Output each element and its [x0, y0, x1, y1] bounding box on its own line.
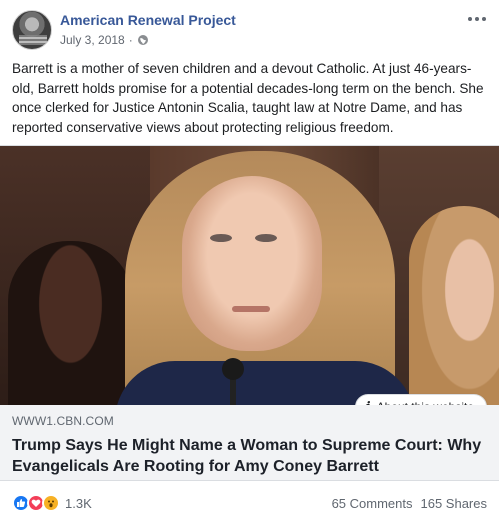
background-person-left [8, 241, 133, 405]
link-preview-card[interactable]: i About this website WWW1.CBN.COM Trump … [0, 145, 499, 481]
microphone [222, 358, 244, 380]
background-person-right [409, 206, 499, 405]
microphone-stem [230, 378, 236, 405]
link-headline[interactable]: Trump Says He Might Name a Woman to Supr… [12, 435, 487, 477]
more-options-icon[interactable] [467, 12, 487, 26]
post-footer: 1.3K 65 Comments 165 Shares [12, 489, 487, 517]
globe-icon[interactable] [137, 34, 149, 46]
wow-icon [42, 494, 60, 512]
post-header: American Renewal Project July 3, 2018 · [12, 10, 487, 52]
post-body-text: Barrett is a mother of seven children an… [12, 61, 484, 135]
shares-count[interactable]: 165 Shares [421, 496, 488, 511]
subject-face [182, 176, 322, 351]
page-avatar[interactable] [12, 10, 52, 50]
avatar-flag-graphic [19, 35, 47, 45]
reactions-summary[interactable]: 1.3K [12, 494, 92, 512]
comments-count[interactable]: 65 Comments [332, 496, 413, 511]
link-domain: WWW1.CBN.COM [12, 414, 114, 428]
facebook-post: American Renewal Project July 3, 2018 · … [0, 0, 499, 524]
reaction-count[interactable]: 1.3K [65, 496, 92, 511]
post-meta: July 3, 2018 · [60, 33, 149, 47]
meta-separator: · [128, 33, 133, 47]
engagement-stats: 65 Comments 165 Shares [332, 496, 487, 511]
page-name-link[interactable]: American Renewal Project [60, 12, 236, 28]
link-preview-image[interactable] [0, 146, 499, 405]
post-date[interactable]: July 3, 2018 [60, 33, 125, 47]
link-info[interactable]: WWW1.CBN.COM Trump Says He Might Name a … [0, 405, 499, 481]
